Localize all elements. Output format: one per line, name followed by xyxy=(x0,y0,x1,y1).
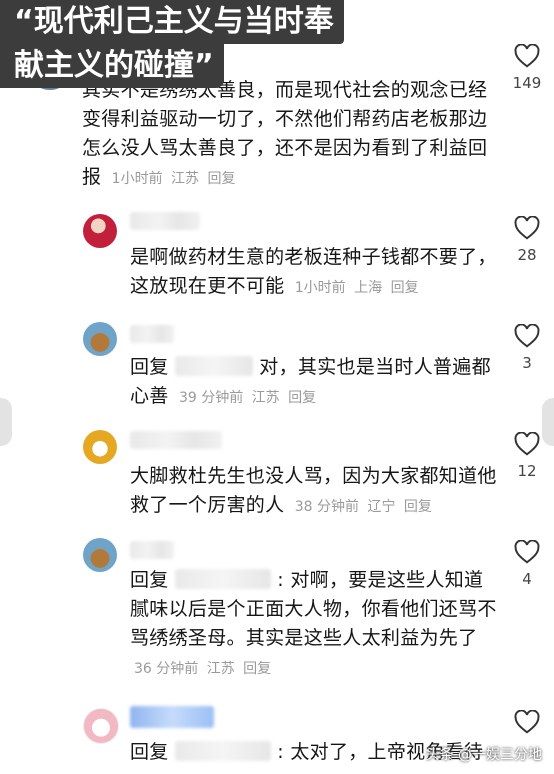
title-line-2: 献主义的碰撞” xyxy=(0,44,224,88)
comment-time: 1小时前 xyxy=(111,171,163,187)
like-count: 149 xyxy=(512,74,542,92)
avatar[interactable] xyxy=(83,430,117,464)
comment-time: 1小时前 xyxy=(294,280,346,296)
heart-icon xyxy=(514,432,540,456)
comment-time: 36 分钟前 xyxy=(134,661,199,677)
heart-icon xyxy=(514,324,540,348)
like-count: 4 xyxy=(522,570,532,588)
title-banner: “现代利己主义与当时奉 献主义的碰撞” xyxy=(0,0,344,88)
reply-button[interactable]: 回复 xyxy=(404,499,432,515)
comment-location: 江苏 xyxy=(206,661,235,677)
title-line-1: “现代利己主义与当时奉 xyxy=(0,0,344,44)
comment-time: 38 分钟前 xyxy=(294,499,360,515)
comment-meta: 38 分钟前 辽宁 回复 xyxy=(291,499,432,515)
comment-location: 辽宁 xyxy=(367,499,396,515)
comment-location: 上海 xyxy=(354,280,383,296)
reply-button[interactable]: 回复 xyxy=(243,661,271,677)
reply-prefix: 回复 xyxy=(130,741,169,763)
like-button[interactable]: 4 xyxy=(500,540,554,588)
comment-meta: 36 分钟前 江苏 回复 xyxy=(130,661,271,677)
comment-meta: 1小时前 上海 回复 xyxy=(291,280,419,296)
mention-blurred xyxy=(174,356,253,376)
like-count: 3 xyxy=(522,354,532,372)
avatar[interactable] xyxy=(83,708,119,744)
reply-button[interactable]: 回复 xyxy=(207,171,235,187)
reply-button[interactable]: 回复 xyxy=(288,390,316,406)
username-blurred xyxy=(130,541,174,559)
username-blurred xyxy=(130,431,222,449)
like-button[interactable] xyxy=(500,710,554,734)
like-button[interactable]: 3 xyxy=(500,324,554,372)
avatar[interactable] xyxy=(83,538,117,572)
reply-prefix: 回复 xyxy=(130,569,169,591)
comment-meta: 39 分钟前 江苏 回复 xyxy=(175,390,316,406)
avatar[interactable] xyxy=(83,214,117,248)
mention-blurred xyxy=(174,569,271,589)
reply-button[interactable]: 回复 xyxy=(391,280,419,296)
like-button[interactable]: 12 xyxy=(500,432,554,480)
like-count: 12 xyxy=(517,462,537,480)
mention-blurred xyxy=(174,741,271,761)
username-blurred xyxy=(130,325,174,343)
username-blurred xyxy=(130,212,200,230)
comment-meta: 1小时前 江苏 回复 xyxy=(108,171,236,187)
avatar[interactable] xyxy=(83,322,117,356)
like-count: 28 xyxy=(517,246,537,264)
comment-location: 江苏 xyxy=(251,390,280,406)
heart-icon xyxy=(514,44,540,68)
heart-icon xyxy=(514,216,540,240)
comment-location: 江苏 xyxy=(171,171,200,187)
username-blurred xyxy=(130,706,214,728)
heart-icon xyxy=(514,540,540,564)
heart-icon xyxy=(514,710,540,734)
like-button[interactable]: 28 xyxy=(500,216,554,264)
prev-arrow[interactable] xyxy=(0,398,12,446)
watermark: 头条 @一娱三分地 xyxy=(425,747,542,763)
reply-prefix: 回复 xyxy=(130,356,169,378)
like-button[interactable]: 149 xyxy=(500,44,554,92)
comment-time: 39 分钟前 xyxy=(178,390,244,406)
